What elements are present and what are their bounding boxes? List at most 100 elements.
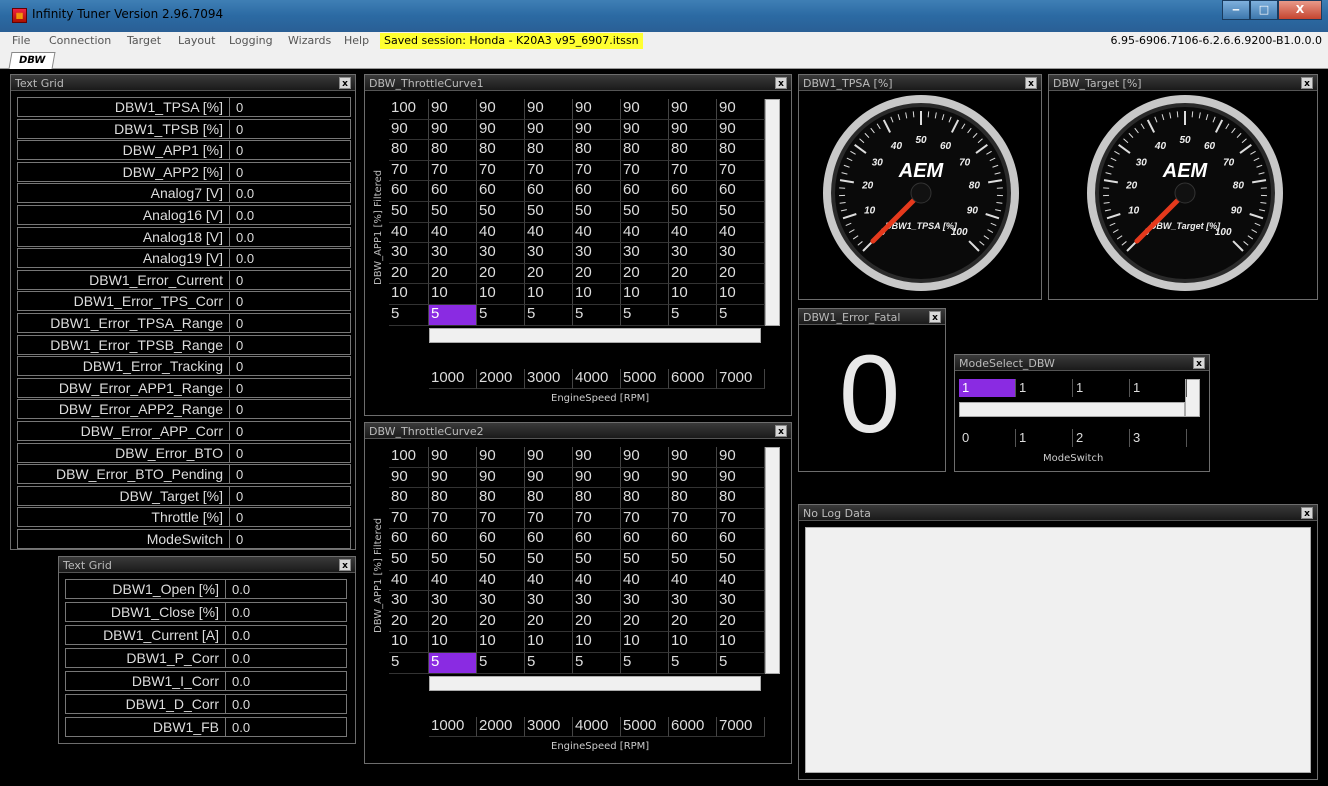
curve-cell[interactable]: 30 <box>669 243 717 264</box>
curve-cell[interactable]: 30 <box>477 243 525 264</box>
curve-cell[interactable]: 5 <box>573 305 621 326</box>
curve-cell[interactable]: 40 <box>573 222 621 244</box>
curve-cell[interactable]: 5 <box>477 305 525 326</box>
curve-cell[interactable]: 50 <box>717 202 765 223</box>
curve-cell[interactable]: 90 <box>525 119 573 141</box>
curve-cell[interactable]: 80 <box>477 488 525 509</box>
mode-value-cell[interactable]: 1 <box>1016 379 1073 397</box>
curve-cell[interactable]: 10 <box>669 632 717 653</box>
curve-cell[interactable]: 90 <box>717 99 765 120</box>
curve-cell[interactable]: 40 <box>477 570 525 592</box>
curve-cell[interactable]: 80 <box>525 488 573 509</box>
curve-cell[interactable]: 90 <box>669 119 717 141</box>
curve-cell[interactable]: 10 <box>573 632 621 653</box>
curve-cell[interactable]: 60 <box>477 181 525 202</box>
curve-cell[interactable]: 50 <box>477 202 525 223</box>
curve-cell[interactable]: 50 <box>525 202 573 223</box>
curve-cell[interactable]: 60 <box>573 529 621 550</box>
curve-cell[interactable]: 40 <box>669 570 717 592</box>
curve-cell[interactable]: 40 <box>717 570 765 592</box>
mode-value-cell[interactable]: 1 <box>959 379 1016 397</box>
curve-cell[interactable]: 80 <box>573 488 621 509</box>
curve-cell[interactable]: 90 <box>525 467 573 489</box>
curve-vscroll[interactable] <box>765 99 780 326</box>
curve-cell[interactable]: 50 <box>669 202 717 223</box>
curve-cell[interactable]: 90 <box>573 99 621 120</box>
panel-close-icon[interactable]: x <box>1301 77 1313 89</box>
curve-cell[interactable]: 80 <box>669 140 717 161</box>
curve-cell[interactable]: 20 <box>669 611 717 633</box>
curve-cell[interactable]: 30 <box>477 591 525 612</box>
curve-cell[interactable]: 5 <box>525 653 573 674</box>
curve-cell[interactable]: 50 <box>573 202 621 223</box>
curve-cell[interactable]: 20 <box>525 263 573 285</box>
curve-cell[interactable]: 10 <box>477 632 525 653</box>
curve-cell[interactable]: 20 <box>717 263 765 285</box>
log-area[interactable] <box>805 527 1311 773</box>
curve-cell[interactable]: 10 <box>429 632 477 653</box>
curve-cell[interactable]: 50 <box>525 550 573 571</box>
curve-cell[interactable]: 20 <box>573 611 621 633</box>
curve-cell[interactable]: 5 <box>717 305 765 326</box>
curve-cell[interactable]: 30 <box>573 243 621 264</box>
curve-cell[interactable]: 5 <box>621 653 669 674</box>
panel-close-icon[interactable]: x <box>1301 507 1313 519</box>
curve-cell[interactable]: 30 <box>429 243 477 264</box>
curve-cell[interactable]: 90 <box>477 119 525 141</box>
curve-cell[interactable]: 80 <box>477 140 525 161</box>
curve-cell[interactable]: 30 <box>525 243 573 264</box>
curve-cell[interactable]: 70 <box>717 508 765 530</box>
curve-cell[interactable]: 50 <box>669 550 717 571</box>
mode-value-cell[interactable]: 1 <box>1130 379 1187 397</box>
curve-cell[interactable]: 40 <box>477 222 525 244</box>
curve-cell[interactable]: 70 <box>669 508 717 530</box>
curve-cell[interactable]: 40 <box>621 222 669 244</box>
curve-cell[interactable]: 70 <box>573 160 621 182</box>
curve-cell[interactable]: 90 <box>717 119 765 141</box>
curve-cell[interactable]: 90 <box>477 99 525 120</box>
curve-cell[interactable]: 30 <box>429 591 477 612</box>
curve-cell[interactable]: 60 <box>717 529 765 550</box>
curve-cell[interactable]: 60 <box>621 181 669 202</box>
panel-close-icon[interactable]: x <box>775 77 787 89</box>
curve-cell[interactable]: 30 <box>621 591 669 612</box>
curve-cell[interactable]: 70 <box>477 508 525 530</box>
curve-cell[interactable]: 20 <box>429 611 477 633</box>
curve-cell[interactable]: 50 <box>477 550 525 571</box>
curve-cell[interactable]: 70 <box>477 160 525 182</box>
curve-cell[interactable]: 90 <box>621 119 669 141</box>
curve-cell[interactable]: 20 <box>621 263 669 285</box>
curve-cell[interactable]: 80 <box>669 488 717 509</box>
curve-cell[interactable]: 50 <box>717 550 765 571</box>
panel-close-icon[interactable]: x <box>339 559 351 571</box>
curve-cell[interactable]: 5 <box>717 653 765 674</box>
curve-cell[interactable]: 10 <box>525 284 573 305</box>
curve-cell[interactable]: 80 <box>621 140 669 161</box>
curve-cell[interactable]: 70 <box>717 160 765 182</box>
curve-cell[interactable]: 90 <box>573 119 621 141</box>
curve-cell[interactable]: 30 <box>717 591 765 612</box>
curve-cell[interactable]: 80 <box>717 488 765 509</box>
curve-cell[interactable]: 5 <box>429 305 477 326</box>
curve-cell[interactable]: 90 <box>477 447 525 468</box>
curve-cell[interactable]: 90 <box>573 447 621 468</box>
curve-cell[interactable]: 40 <box>525 570 573 592</box>
curve-cell[interactable]: 40 <box>429 570 477 592</box>
curve-cell[interactable]: 70 <box>621 508 669 530</box>
curve-cell[interactable]: 20 <box>669 263 717 285</box>
curve-cell[interactable]: 90 <box>621 467 669 489</box>
curve-cell[interactable]: 90 <box>573 467 621 489</box>
curve-cell[interactable]: 60 <box>573 181 621 202</box>
curve-cell[interactable]: 30 <box>525 591 573 612</box>
curve-cell[interactable]: 90 <box>669 99 717 120</box>
curve-cell[interactable]: 20 <box>429 263 477 285</box>
curve-cell[interactable]: 70 <box>573 508 621 530</box>
curve-cell[interactable]: 90 <box>717 467 765 489</box>
menu-logging[interactable]: Logging <box>229 34 273 47</box>
close-button[interactable]: X <box>1278 0 1322 20</box>
curve-cell[interactable]: 60 <box>429 181 477 202</box>
curve-cell[interactable]: 90 <box>621 447 669 468</box>
menu-target[interactable]: Target <box>127 34 161 47</box>
curve-cell[interactable]: 20 <box>621 611 669 633</box>
tab-dbw[interactable]: DBW <box>8 52 56 69</box>
